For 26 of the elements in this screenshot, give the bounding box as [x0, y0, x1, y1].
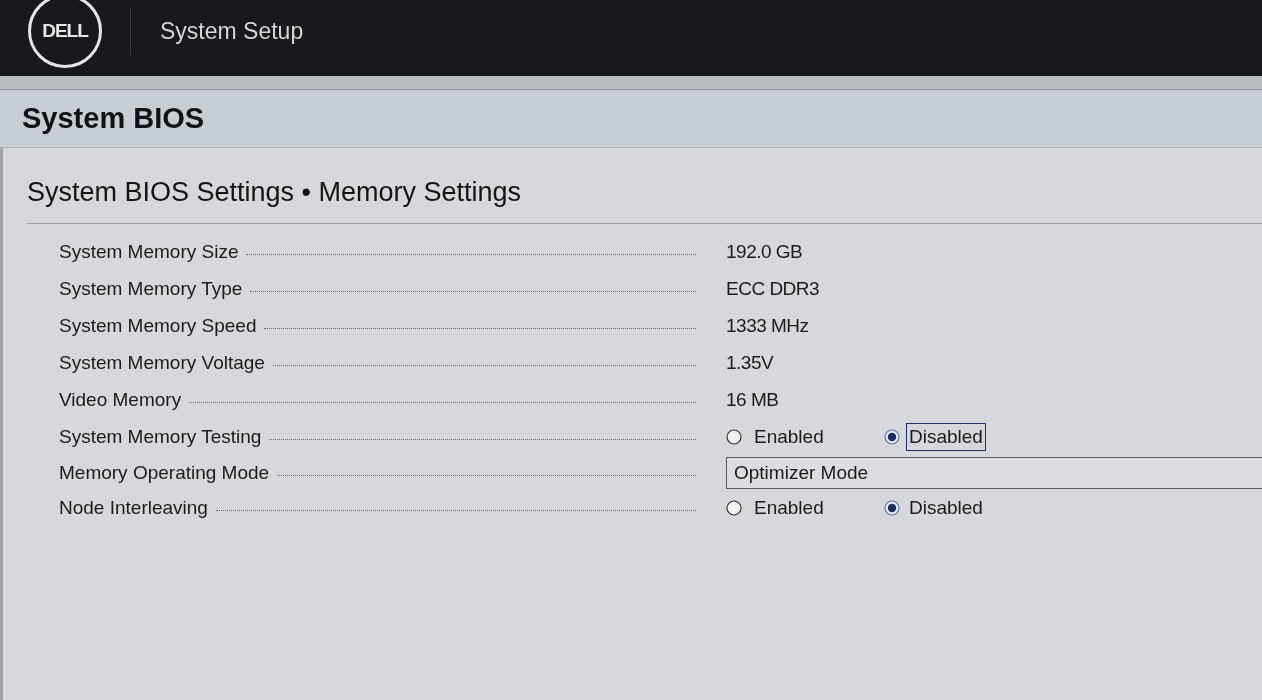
page-title: System BIOS [22, 100, 205, 136]
window-title: System Setup [160, 16, 304, 46]
setting-label: System Memory Speed [59, 313, 257, 338]
option-label[interactable]: Disabled [906, 423, 986, 451]
option-label[interactable]: Disabled [906, 494, 986, 522]
dropdown-field[interactable]: Optimizer Mode [726, 457, 1262, 489]
radio-icon[interactable] [884, 500, 900, 516]
setting-label: System Memory Size [59, 239, 239, 264]
setting-label: System Memory Type [59, 276, 243, 301]
setting-value: 192.0 GB [726, 239, 803, 264]
logo: DELL [28, 0, 102, 68]
option-label[interactable]: Enabled [751, 423, 827, 451]
radio-icon[interactable] [884, 429, 900, 445]
option-label[interactable]: Enabled [751, 494, 827, 522]
setting-label: Memory Operating Mode [59, 460, 270, 485]
setting-label: Node Interleaving [59, 495, 208, 520]
section-heading: System BIOS Settings • Memory Settings [27, 177, 522, 207]
setting-label: System Memory Voltage [59, 350, 265, 375]
setting-value: 1333 MHz [726, 313, 809, 338]
radio-icon[interactable] [726, 429, 742, 445]
setting-label: System Memory Testing [59, 424, 262, 449]
setting-value: ECC DDR3 [726, 276, 820, 301]
radio-icon[interactable] [726, 500, 742, 516]
setting-label: Video Memory [59, 387, 182, 412]
setting-value: 1.35V [726, 350, 774, 375]
setting-value: 16 MB [726, 387, 779, 412]
